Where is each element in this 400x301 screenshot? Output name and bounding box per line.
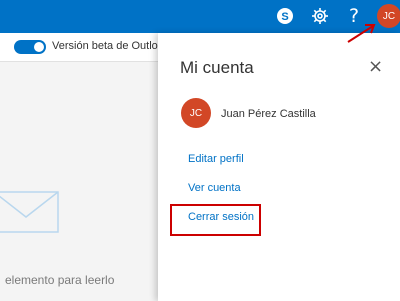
beta-toolbar: Versión beta de Outlook	[0, 33, 158, 62]
envelope-icon	[0, 191, 59, 233]
sign-out-highlight	[170, 204, 261, 236]
avatar: JC	[181, 98, 211, 128]
user-name: Juan Pérez Castilla	[221, 108, 316, 120]
account-avatar-button[interactable]: JC	[377, 4, 400, 28]
toggle-knob	[34, 42, 44, 52]
edit-profile-link[interactable]: Editar perfil	[188, 153, 244, 165]
beta-toggle-label: Versión beta de Outlook	[52, 40, 158, 52]
gear-icon[interactable]	[309, 5, 331, 27]
empty-reading-message: elemento para leerlo	[5, 273, 115, 287]
skype-icon[interactable]: S	[274, 5, 296, 27]
view-account-link[interactable]: Ver cuenta	[188, 182, 241, 194]
close-icon[interactable]: ×	[368, 56, 383, 77]
message-list-pane: Versión beta de Outlook elemento para le…	[0, 33, 158, 301]
svg-text:S: S	[281, 11, 288, 23]
account-panel: Mi cuenta × JC Juan Pérez Castilla Edita…	[158, 33, 400, 301]
beta-toggle[interactable]	[14, 40, 46, 54]
annotation-arrow-icon	[347, 24, 376, 43]
panel-title: Mi cuenta	[180, 58, 254, 77]
